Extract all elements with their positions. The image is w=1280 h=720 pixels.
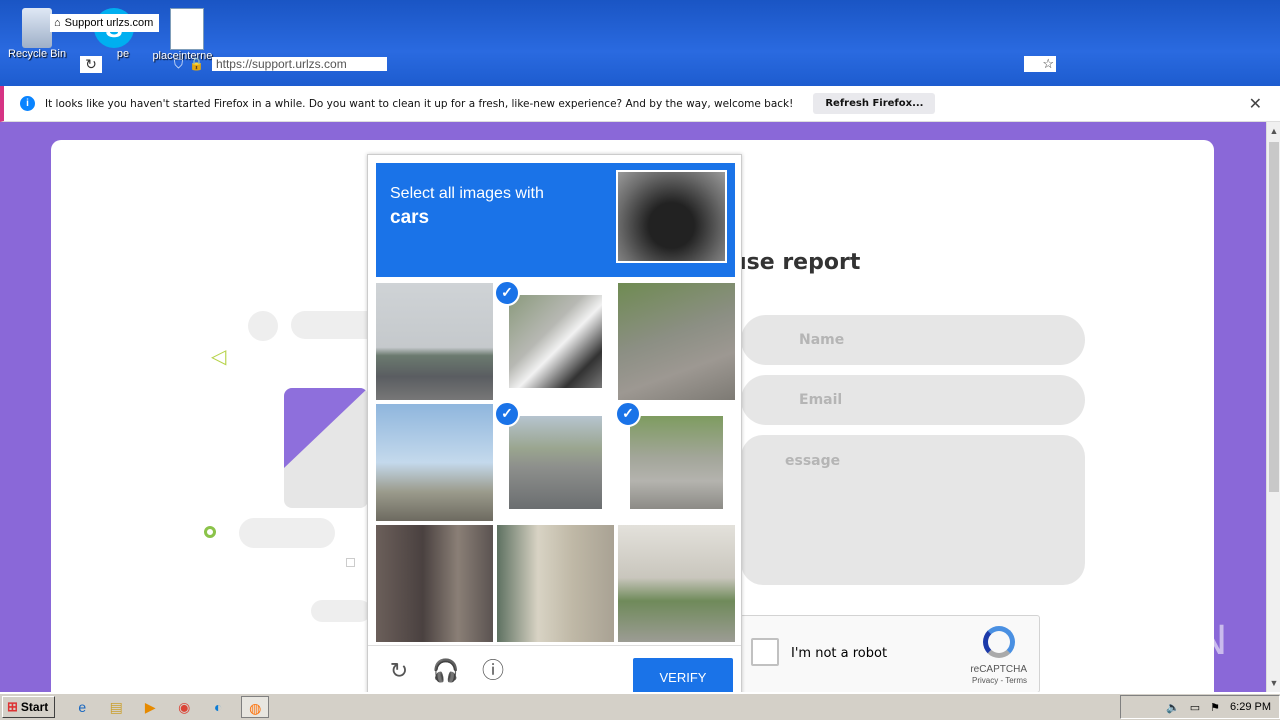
grid-tile[interactable] — [376, 404, 493, 521]
challenge-instruction: Select all images with — [390, 185, 544, 202]
message-input[interactable]: essage — [741, 435, 1085, 585]
audio-challenge-icon[interactable]: 🎧 — [432, 658, 459, 684]
reload-icon[interactable]: ↻ — [80, 55, 102, 73]
reload-challenge-icon[interactable]: ↻ — [386, 658, 412, 684]
selected-check-icon: ✓ — [494, 280, 520, 306]
recycle-bin-label: Recycle Bin — [8, 48, 67, 60]
network-icon[interactable]: ▭ — [1190, 701, 1200, 714]
privacy-terms-links[interactable]: Privacy - Terms — [972, 676, 1027, 685]
home-icon: ⌂ — [54, 17, 61, 29]
envelope-icon — [284, 388, 368, 508]
trash-icon — [22, 8, 52, 48]
clock[interactable]: 6:29 PM — [1230, 701, 1271, 713]
grid-tile[interactable] — [497, 525, 614, 642]
shield-icon[interactable]: ⛉ — [174, 57, 183, 72]
notification-bar: i It looks like you haven't started Fire… — [0, 86, 1280, 122]
triangle-icon: ◁ — [211, 346, 227, 368]
email-input[interactable]: Email — [741, 375, 1085, 425]
decor-pill — [311, 600, 371, 622]
grid-tile[interactable]: ✓ — [494, 401, 614, 521]
notification-text: It looks like you haven't started Firefo… — [45, 97, 794, 110]
not-robot-label: I'm not a robot — [791, 646, 888, 661]
name-input[interactable]: Name — [741, 315, 1085, 365]
desktop: Recycle Bin S pe placeinterne... — [0, 0, 1280, 86]
document-shortcut[interactable]: placeinterne... — [148, 8, 226, 62]
ie-icon[interactable]: e — [71, 696, 93, 718]
sample-car-image — [616, 170, 727, 263]
browser-tab[interactable]: ⌂ Support urlzs.com — [50, 14, 160, 32]
windows-logo-icon: ⊞ — [7, 699, 18, 714]
lock-icon: 🔒 — [189, 57, 204, 71]
folder-icon[interactable]: ▤ — [105, 696, 127, 718]
vertical-scrollbar[interactable]: ▲ ▼ — [1266, 122, 1280, 692]
recaptcha-logo-icon — [983, 626, 1015, 658]
page-title: use report — [731, 250, 861, 275]
dot-icon — [204, 526, 216, 538]
captcha-challenge: Select all images with cars ✓ ✓ ✓ ↻ 🎧 ⓘ … — [367, 154, 742, 699]
media-player-icon[interactable]: ▶ — [139, 696, 161, 718]
grid-tile[interactable] — [618, 283, 735, 400]
challenge-target: cars — [390, 207, 430, 228]
start-button[interactable]: ⊞ Start — [2, 696, 56, 718]
selected-check-icon: ✓ — [494, 401, 520, 427]
system-tray: 🔈 ▭ ⚑ 6:29 PM — [1120, 695, 1280, 719]
scroll-up-icon[interactable]: ▲ — [1267, 124, 1280, 138]
taskbar: ⊞ Start e ▤ ▶ ◉ ◐ ◍ 🔈 ▭ ⚑ 6:29 PM — [0, 692, 1280, 720]
image-grid: ✓ ✓ ✓ — [376, 280, 735, 642]
square-icon — [346, 558, 355, 567]
scroll-down-icon[interactable]: ▼ — [1267, 676, 1280, 690]
grid-tile[interactable] — [376, 525, 493, 642]
anyrun-watermark: ANY RUN — [1040, 618, 1229, 664]
info-icon[interactable]: ⓘ — [480, 658, 506, 684]
recaptcha-widget: I'm not a robot reCAPTCHA Privacy - Term… — [740, 615, 1040, 693]
scroll-thumb[interactable] — [1269, 142, 1279, 492]
decor-pill — [239, 518, 335, 548]
flag-icon[interactable]: ⚑ — [1210, 701, 1220, 714]
url-field[interactable]: https://support.urlzs.com — [211, 57, 387, 71]
decor-circle — [248, 311, 278, 341]
recaptcha-brand: reCAPTCHA — [970, 664, 1027, 675]
selected-check-icon: ✓ — [615, 401, 641, 427]
recaptcha-checkbox[interactable] — [751, 638, 779, 666]
info-icon: i — [20, 96, 35, 111]
chrome-icon[interactable]: ◉ — [173, 696, 195, 718]
firefox-icon[interactable]: ◍ — [241, 696, 270, 718]
document-icon — [170, 8, 204, 50]
refresh-firefox-button[interactable]: Refresh Firefox... — [813, 93, 936, 114]
address-bar: ↻ ⛉ 🔒 https://support.urlzs.com — [80, 55, 387, 73]
grid-tile[interactable] — [376, 283, 493, 400]
grid-tile[interactable] — [618, 525, 735, 642]
grid-tile[interactable]: ✓ — [615, 401, 735, 521]
close-icon[interactable]: ✕ — [1249, 94, 1262, 114]
tab-title: Support urlzs.com — [64, 17, 154, 29]
bookmark-star-icon[interactable]: ☆ — [1024, 56, 1056, 72]
start-label: Start — [20, 700, 49, 714]
challenge-header: Select all images with cars — [376, 163, 735, 277]
volume-icon[interactable]: 🔈 — [1166, 701, 1180, 714]
grid-tile[interactable]: ✓ — [494, 280, 614, 400]
edge-icon[interactable]: ◐ — [207, 696, 229, 718]
